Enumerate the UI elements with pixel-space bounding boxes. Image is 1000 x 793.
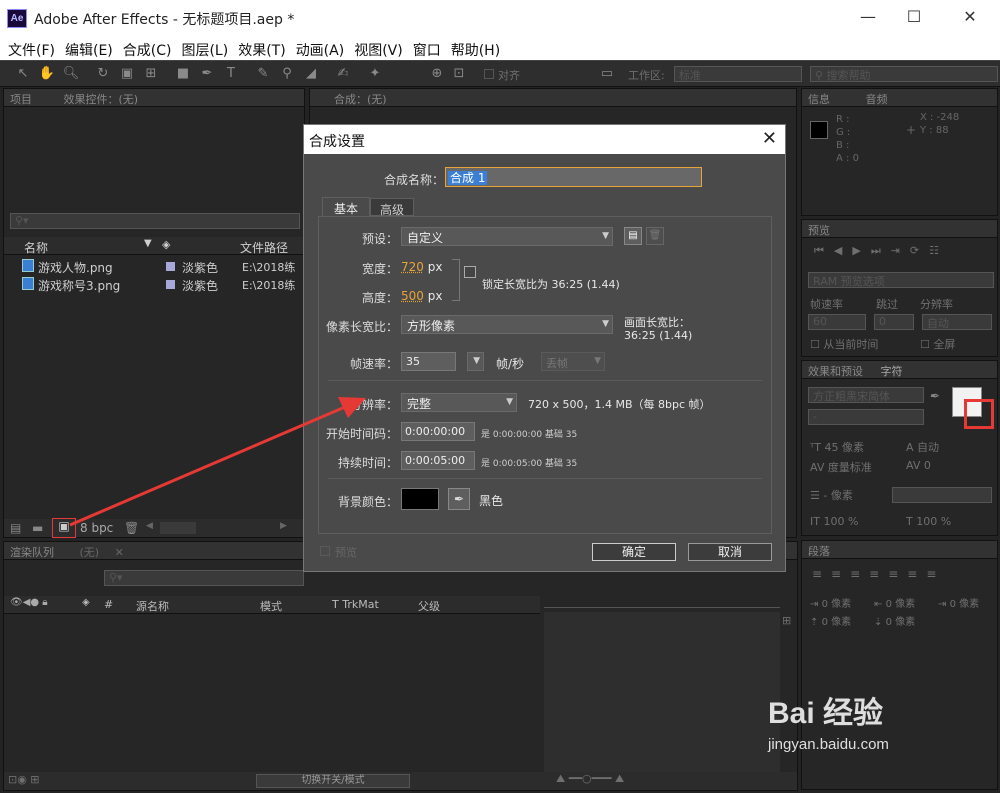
watermark-logo: Bai 经验 <box>768 697 884 730</box>
watermark-url: jingyan.baidu.com <box>768 736 889 753</box>
annotation-arrow <box>69 397 366 527</box>
baidu-watermark: Bai 经验 jingyan.baidu.com <box>768 688 958 768</box>
